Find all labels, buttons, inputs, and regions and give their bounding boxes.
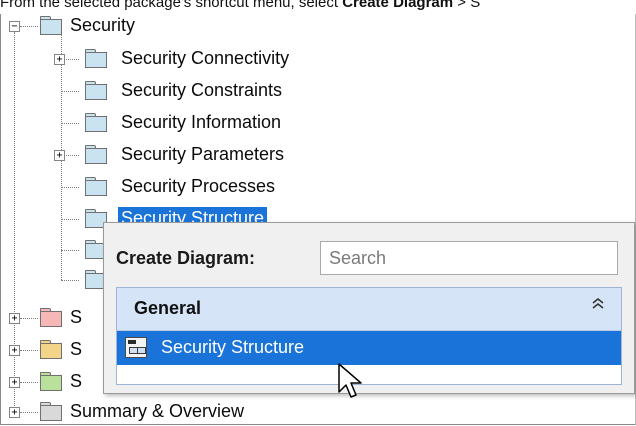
group-title: General bbox=[134, 298, 202, 318]
expand-expander-icon[interactable]: + bbox=[54, 54, 65, 65]
tree-connector bbox=[20, 318, 38, 319]
tree-connector bbox=[20, 26, 38, 27]
expand-expander-icon[interactable]: + bbox=[9, 377, 20, 388]
tree-item-security-parameters[interactable]: Security Parameters bbox=[121, 143, 284, 165]
package-folder-icon bbox=[85, 177, 107, 196]
tree-item-security-constraints[interactable]: Security Constraints bbox=[121, 79, 282, 101]
package-folder-icon bbox=[40, 372, 62, 391]
package-folder-icon bbox=[85, 145, 107, 164]
diagram-item-label: Security Structure bbox=[161, 337, 305, 357]
package-folder-icon bbox=[85, 113, 107, 132]
create-diagram-popup: Create Diagram: General Security Structu… bbox=[103, 222, 635, 394]
tree-item-security[interactable]: Security bbox=[70, 14, 135, 36]
package-folder-icon bbox=[85, 49, 107, 68]
tree-connector bbox=[61, 91, 79, 92]
tree-connector bbox=[20, 382, 38, 383]
expand-expander-icon[interactable]: + bbox=[9, 313, 20, 324]
diagram-item-security-structure[interactable]: Security Structure bbox=[117, 331, 621, 365]
tree-connector bbox=[61, 280, 79, 281]
tree-connector bbox=[61, 250, 79, 251]
tree-trunk-line bbox=[14, 32, 15, 414]
package-folder-icon bbox=[40, 308, 62, 327]
package-folder-icon bbox=[40, 16, 62, 35]
package-folder-icon bbox=[40, 340, 62, 359]
group-header-general[interactable]: General bbox=[117, 288, 621, 331]
structure-diagram-icon bbox=[125, 337, 147, 358]
tree-connector bbox=[20, 412, 38, 413]
diagram-type-list: General Security Structure bbox=[116, 287, 622, 385]
mouse-pointer-icon bbox=[336, 362, 368, 406]
tree-connector bbox=[61, 123, 79, 124]
package-folder-icon bbox=[40, 402, 62, 421]
tree-item-summary-overview[interactable]: Summary & Overview bbox=[70, 400, 244, 422]
collapse-expander-icon[interactable]: − bbox=[9, 21, 20, 32]
collapse-chevrons-icon[interactable] bbox=[591, 297, 605, 316]
tree-connector bbox=[61, 219, 79, 220]
tree-connector bbox=[20, 350, 38, 351]
tree-item-sibling-2[interactable]: S bbox=[70, 338, 82, 360]
tree-item-sibling-3[interactable]: S bbox=[70, 370, 82, 392]
tree-item-security-connectivity[interactable]: Security Connectivity bbox=[121, 47, 289, 69]
expand-expander-icon[interactable]: + bbox=[9, 345, 20, 356]
package-folder-icon bbox=[85, 81, 107, 100]
tree-connector bbox=[61, 187, 79, 188]
tree-item-security-information[interactable]: Security Information bbox=[121, 111, 281, 133]
expand-expander-icon[interactable]: + bbox=[54, 150, 65, 161]
tree-item-security-processes[interactable]: Security Processes bbox=[121, 175, 275, 197]
search-input[interactable] bbox=[320, 241, 618, 275]
expand-expander-icon[interactable]: + bbox=[9, 407, 20, 418]
popup-title: Create Diagram: bbox=[116, 248, 256, 268]
tree-item-sibling-1[interactable]: S bbox=[70, 306, 82, 328]
